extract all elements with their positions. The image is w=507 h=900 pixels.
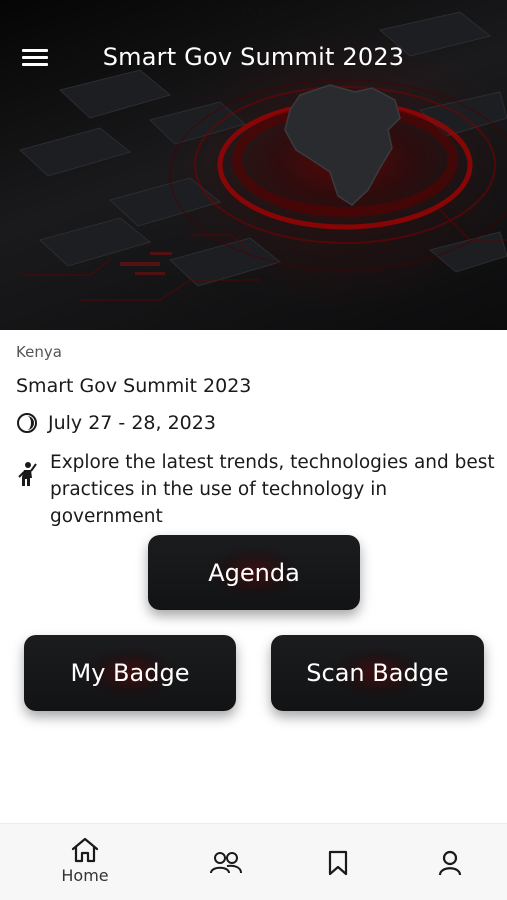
event-description: Explore the latest trends, technologies … bbox=[50, 452, 495, 527]
event-description-row: Explore the latest trends, technologies … bbox=[16, 449, 501, 530]
agenda-button[interactable]: Agenda bbox=[148, 535, 360, 610]
event-location: Kenya bbox=[16, 343, 62, 361]
nav-attendees[interactable] bbox=[196, 824, 256, 900]
person-pointing-icon bbox=[18, 462, 37, 486]
page-title: Smart Gov Summit 2023 bbox=[102, 43, 405, 71]
scan-badge-button[interactable]: Scan Badge bbox=[271, 635, 484, 711]
nav-bookmarks[interactable] bbox=[318, 824, 358, 900]
home-icon bbox=[71, 837, 99, 863]
hero-banner: 2:15 PM Smart Gov Summit 2023 bbox=[0, 0, 507, 330]
status-time: 2:15 PM bbox=[229, 5, 278, 20]
people-icon bbox=[210, 851, 242, 873]
profile-icon bbox=[438, 850, 462, 875]
bottom-navigation: Home bbox=[0, 823, 507, 900]
nav-home[interactable]: Home bbox=[50, 822, 120, 899]
my-badge-button[interactable]: My Badge bbox=[24, 635, 236, 711]
clock-icon bbox=[17, 413, 37, 433]
nav-profile[interactable] bbox=[430, 824, 470, 900]
nav-home-label: Home bbox=[61, 866, 109, 885]
event-title: Smart Gov Summit 2023 bbox=[16, 375, 252, 397]
bookmark-icon bbox=[328, 850, 348, 875]
event-date-row: July 27 - 28, 2023 bbox=[16, 412, 216, 434]
event-date: July 27 - 28, 2023 bbox=[48, 412, 216, 434]
